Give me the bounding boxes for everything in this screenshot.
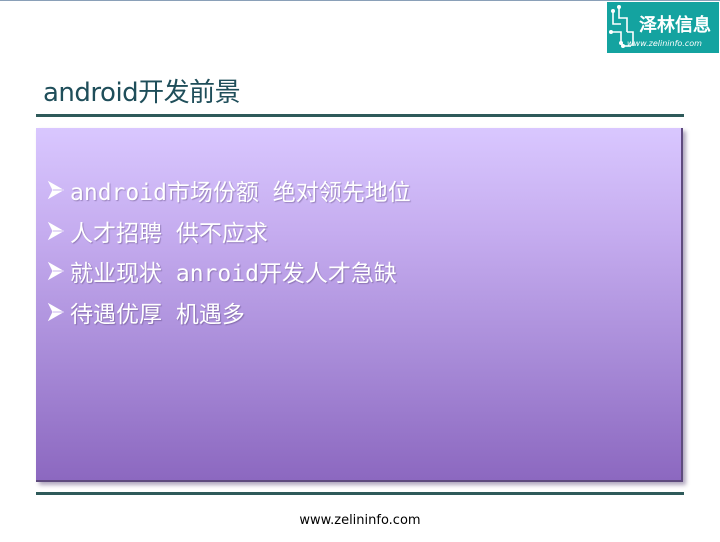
logo-website-url: www.zelininfo.com [627, 39, 702, 48]
bullet-list: android市场份额 绝对领先地位 人才招聘 供不应求 就业现状 anroid… [46, 170, 411, 332]
bullet-text: android市场份额 绝对领先地位 [70, 180, 411, 207]
footer-website-link[interactable]: www.zelininfo.com [0, 513, 720, 528]
arrow-bullet-icon [47, 221, 65, 241]
bullet-item: 待遇优厚 机遇多 [46, 292, 411, 333]
bullet-text: 人才招聘 供不应求 [70, 220, 268, 247]
bullet-item: 人才招聘 供不应求 [46, 211, 411, 252]
top-border-line [0, 0, 720, 1]
arrow-bullet-icon [47, 180, 65, 200]
title-divider [36, 114, 684, 117]
logo-company-name: 泽林信息 [639, 15, 711, 36]
arrow-bullet-icon [47, 261, 65, 281]
slide-title: android开发前景 [43, 78, 241, 108]
bullet-text: 就业现状 anroid开发人才急缺 [70, 261, 397, 288]
bullet-item: 就业现状 anroid开发人才急缺 [46, 251, 411, 292]
arrow-bullet-icon [47, 302, 65, 322]
bullet-item: android市场份额 绝对领先地位 [46, 170, 411, 211]
bullet-text: 待遇优厚 机遇多 [70, 301, 245, 328]
company-logo: 泽林信息 www.zelininfo.com [607, 2, 719, 53]
content-panel: android市场份额 绝对领先地位 人才招聘 供不应求 就业现状 anroid… [36, 128, 683, 482]
footer-divider [36, 492, 684, 495]
